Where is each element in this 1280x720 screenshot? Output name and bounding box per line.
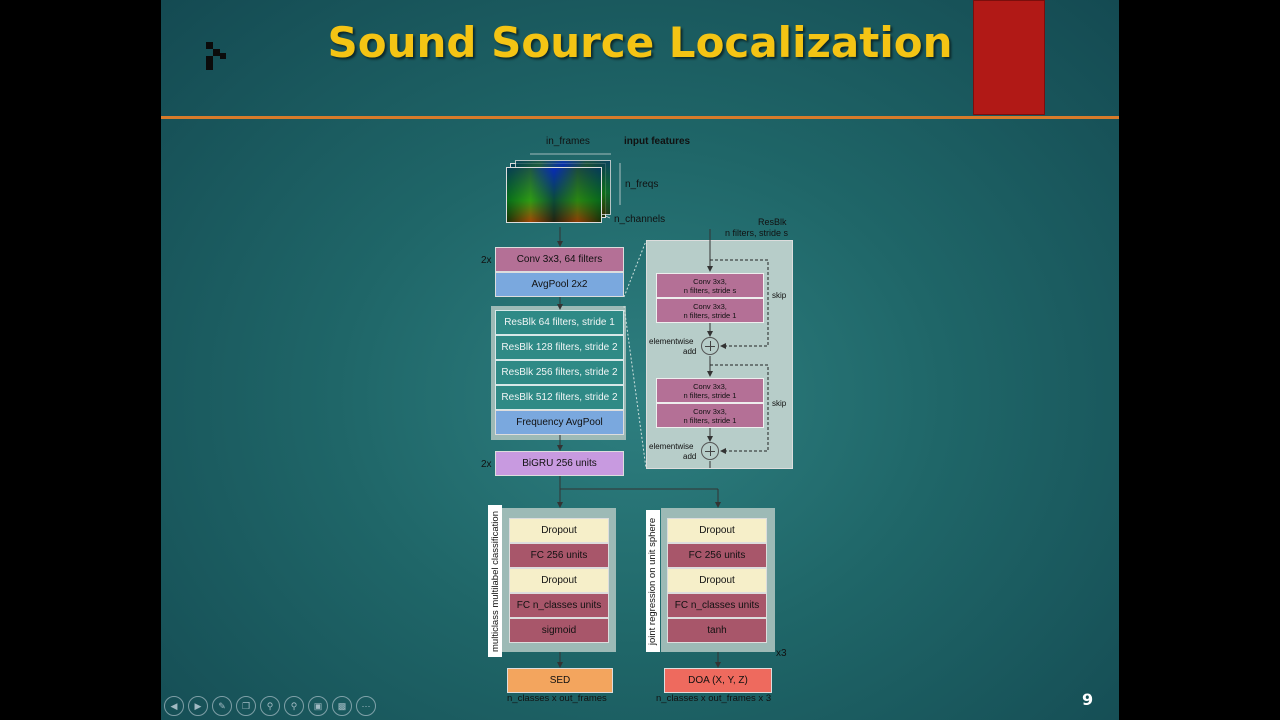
resblk-layer: ResBlk 64 filters, stride 1 (495, 310, 624, 335)
add-label-line2: add (683, 347, 697, 356)
doa-fc-layer: FC 256 units (667, 543, 767, 568)
next-icon[interactable]: ▶ (188, 696, 208, 716)
sed-output: SED (507, 668, 613, 693)
search-icon[interactable]: ⚲ (284, 696, 304, 716)
slide-number: 9 (1082, 690, 1094, 709)
gru-repeat-label: 2x (481, 459, 492, 470)
zoom-icon[interactable]: ⚲ (260, 696, 280, 716)
detail-conv-1: Conv 3x3, n filters, stride s (656, 273, 764, 298)
sed-fc-layer: FC n_classes units (509, 593, 609, 618)
copy-icon[interactable]: ❐ (236, 696, 256, 716)
slide: Sound Source Localization in_frames inpu… (161, 0, 1119, 720)
prev-icon[interactable]: ◀ (164, 696, 184, 716)
sed-head-label: multiclass multilabel classification (488, 505, 502, 657)
doa-head-label: joint regression on unit sphere (646, 510, 660, 652)
pen-icon[interactable]: ✎ (212, 696, 232, 716)
doa-activation-layer: tanh (667, 618, 767, 643)
add-label-line1: elementwise (649, 337, 694, 346)
doa-dropout-layer: Dropout (667, 518, 767, 543)
conv-repeat-label: 2x (481, 255, 492, 266)
sed-output-shape: n_classes x out_frames (507, 693, 607, 704)
sed-dropout-layer: Dropout (509, 568, 609, 593)
resblk-layer: ResBlk 128 filters, stride 2 (495, 335, 624, 360)
presentation-controls: ◀ ▶ ✎ ❐ ⚲ ⚲ ▣ ▩ ⋯ (164, 696, 376, 716)
elementwise-add-icon (701, 442, 719, 460)
slideshow-icon[interactable]: ▩ (332, 696, 352, 716)
resblk-layer: ResBlk 256 filters, stride 2 (495, 360, 624, 385)
sed-dropout-layer: Dropout (509, 518, 609, 543)
frequency-avgpool-layer: Frequency AvgPool (495, 410, 624, 435)
sed-fc-layer: FC 256 units (509, 543, 609, 568)
detail-conv-3: Conv 3x3, n filters, stride 1 (656, 378, 764, 403)
doa-output-shape: n_classes x out_frames x 3 (656, 693, 772, 704)
resblk-detail-title: ResBlk (758, 217, 787, 227)
skip-label: skip (772, 399, 787, 408)
sed-activation-layer: sigmoid (509, 618, 609, 643)
doa-dropout-layer: Dropout (667, 568, 767, 593)
conv-layer: Conv 3x3, 64 filters (495, 247, 624, 272)
avgpool-layer: AvgPool 2x2 (495, 272, 624, 297)
add-label-line2: add (683, 452, 697, 461)
resblk-detail-subtitle: n filters, stride s (725, 228, 789, 238)
connector-lines (530, 153, 769, 668)
spectrogram-image (506, 167, 602, 223)
skip-label: skip (772, 291, 787, 300)
elementwise-add-icon (701, 337, 719, 355)
more-icon[interactable]: ⋯ (356, 696, 376, 716)
bigru-layer: BiGRU 256 units (495, 451, 624, 476)
resblk-layer: ResBlk 512 filters, stride 2 (495, 385, 624, 410)
dim-n-channels-label: n_channels (614, 214, 666, 225)
input-features-heading: input features (624, 136, 691, 147)
dim-n-freqs-label: n_freqs (625, 179, 659, 190)
doa-output: DOA (X, Y, Z) (664, 668, 772, 693)
add-label-line1: elementwise (649, 442, 694, 451)
screen-icon[interactable]: ▣ (308, 696, 328, 716)
dim-in-frames-label: in_frames (546, 136, 590, 147)
doa-fc-layer: FC n_classes units (667, 593, 767, 618)
doa-repeat-label: x3 (776, 648, 787, 659)
detail-conv-2: Conv 3x3, n filters, stride 1 (656, 298, 764, 323)
detail-conv-4: Conv 3x3, n filters, stride 1 (656, 403, 764, 428)
